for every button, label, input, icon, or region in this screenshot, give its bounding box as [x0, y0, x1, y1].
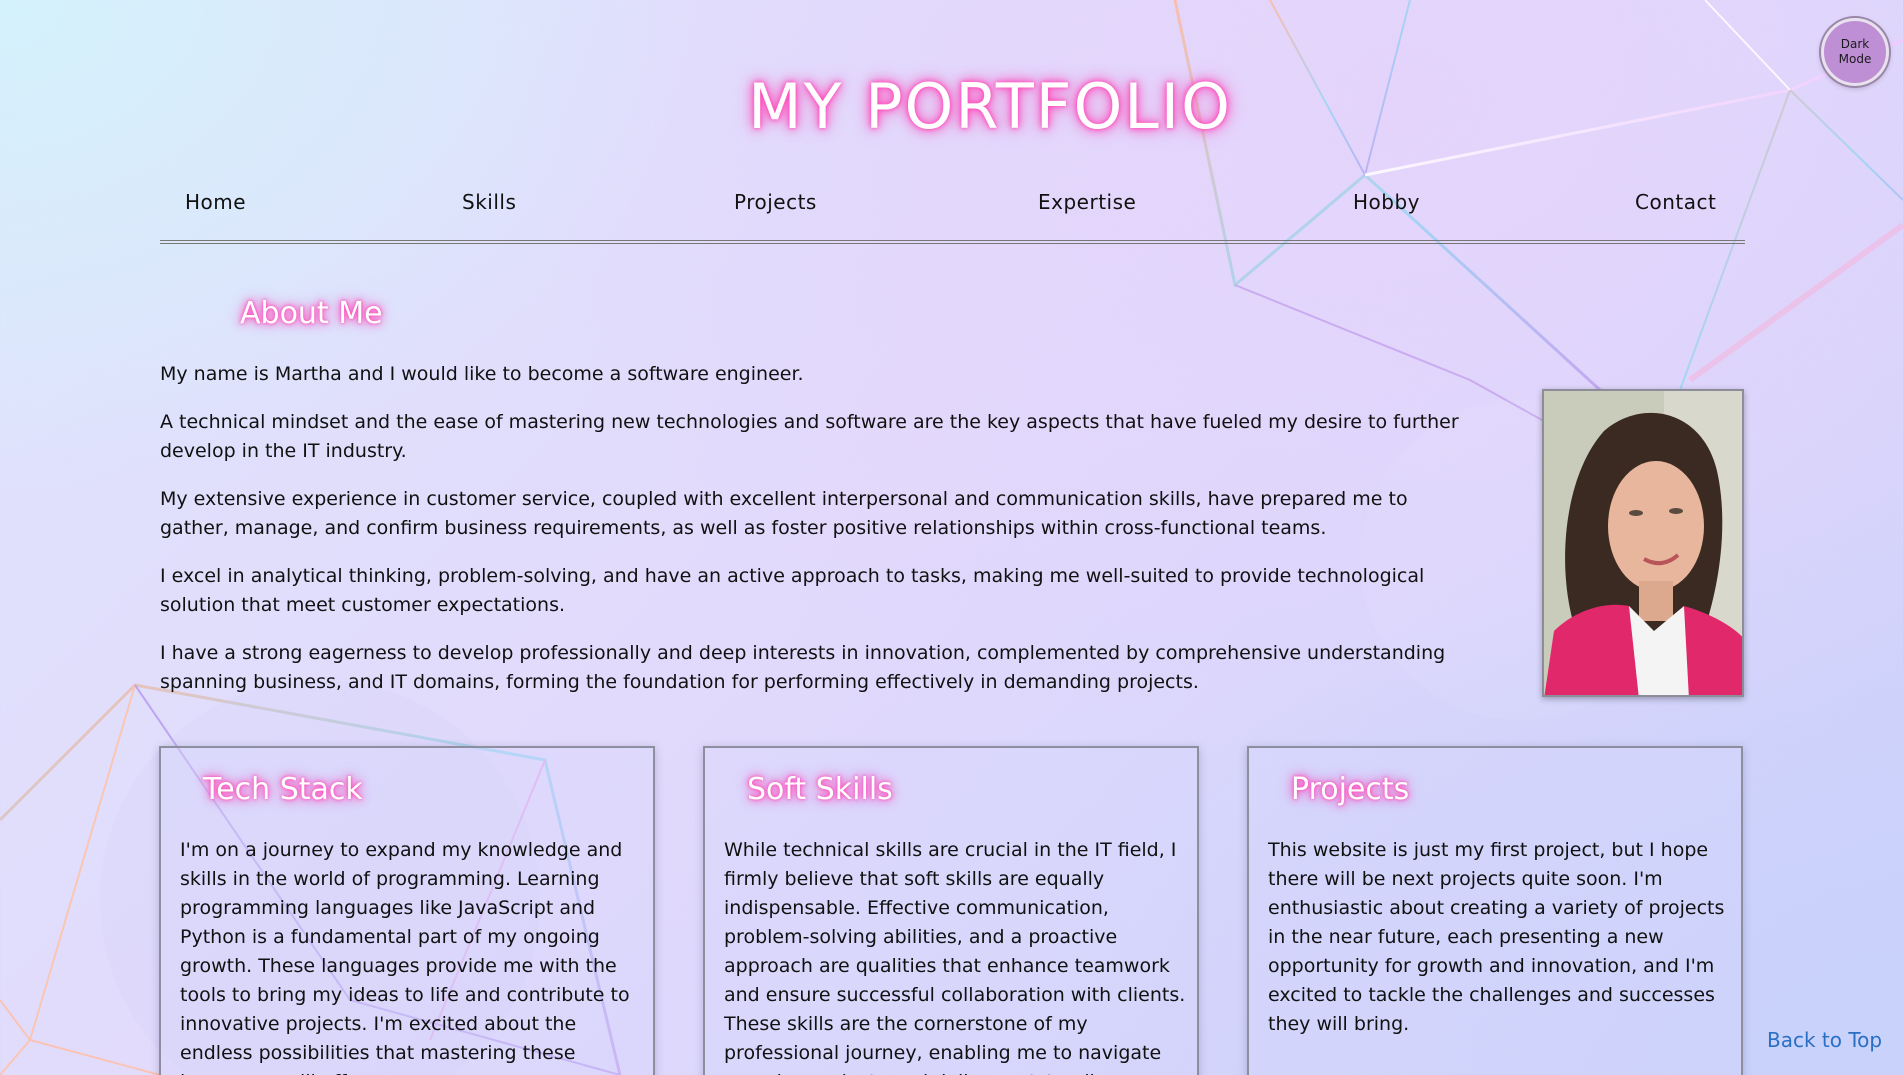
card-tech-stack: Tech Stack I'm on a journey to expand my…: [159, 746, 655, 1075]
card-text: This website is just my first project, b…: [1268, 839, 1725, 1035]
about-paragraph: My name is Martha and I would like to be…: [160, 363, 804, 385]
back-to-top-link[interactable]: Back to Top: [1767, 1028, 1882, 1052]
card-soft-skills: Soft Skills While technical skills are c…: [703, 746, 1199, 1075]
about-paragraph: I have a strong eagerness to develop pro…: [160, 642, 1446, 693]
card-heading: Soft Skills: [747, 772, 893, 807]
nav-projects[interactable]: Projects: [734, 190, 817, 214]
card-heading: Tech Stack: [203, 772, 363, 807]
profile-photo: [1542, 389, 1744, 697]
nav-contact[interactable]: Contact: [1635, 190, 1716, 214]
nav-home[interactable]: Home: [185, 190, 246, 214]
nav-expertise[interactable]: Expertise: [1038, 190, 1136, 214]
site-title: MY PORTFOLIO: [748, 70, 1232, 143]
card-projects: Projects This website is just my first p…: [1247, 746, 1743, 1075]
about-heading: About Me: [240, 296, 383, 331]
about-paragraph: A technical mindset and the ease of mast…: [160, 411, 1459, 462]
about-paragraph: I excel in analytical thinking, problem-…: [160, 565, 1425, 616]
card-text: While technical skills are crucial in th…: [724, 839, 1186, 1075]
card-heading: Projects: [1291, 772, 1410, 807]
main-nav: Home Skills Projects Expertise Hobby Con…: [160, 180, 1745, 244]
nav-skills[interactable]: Skills: [462, 190, 516, 214]
nav-hobby[interactable]: Hobby: [1353, 190, 1420, 214]
about-paragraph: My extensive experience in customer serv…: [160, 488, 1408, 539]
about-text: My name is Martha and I would like to be…: [160, 360, 1480, 716]
card-text: I'm on a journey to expand my knowledge …: [180, 839, 630, 1075]
